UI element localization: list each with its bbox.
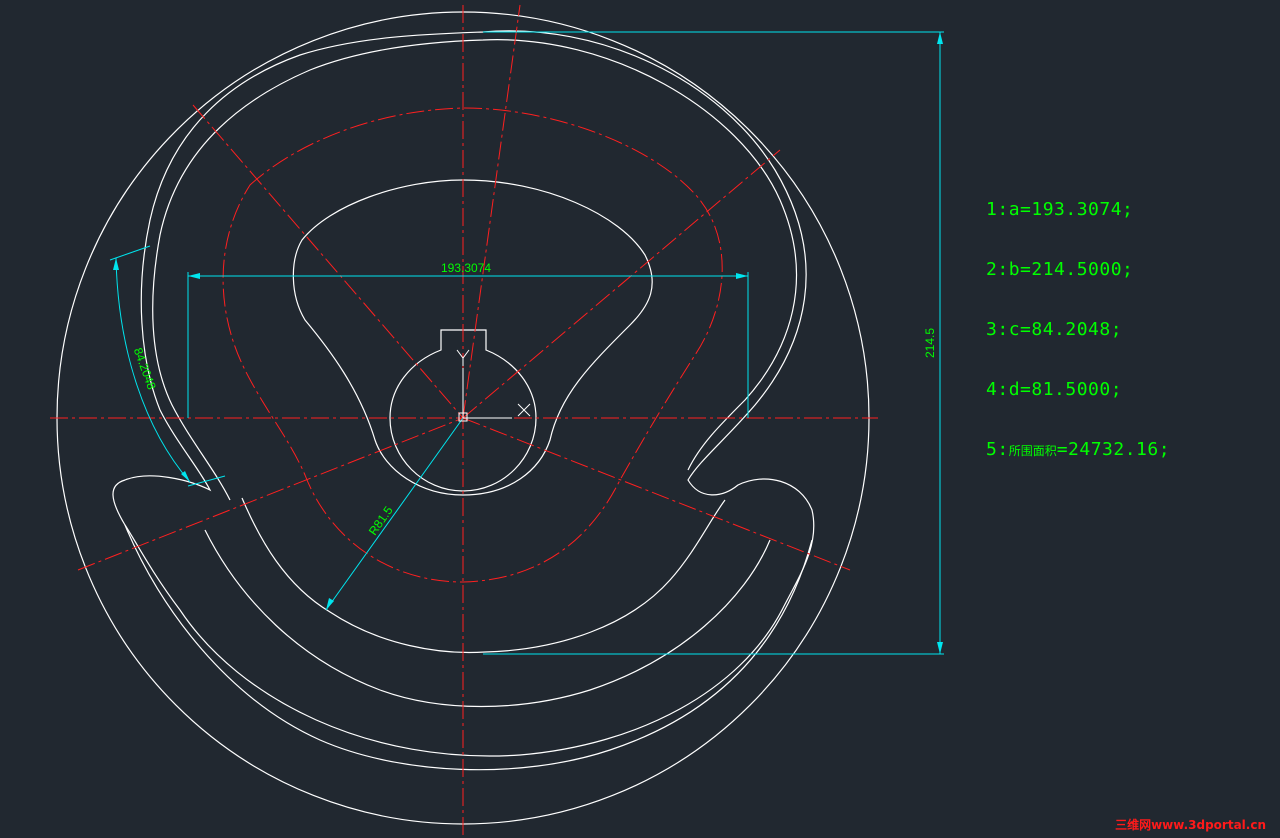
radial-centerline-1 bbox=[192, 104, 464, 419]
result-line-5: 5:所围面积=24732.16; bbox=[986, 439, 1171, 460]
radius-text: R81.5 bbox=[366, 503, 396, 538]
hdim-arrow-left bbox=[188, 273, 200, 279]
result-line-3: 3:c=84.2048; bbox=[986, 319, 1123, 340]
radial-centerline-4 bbox=[77, 417, 464, 571]
vdim-text: 214.5 bbox=[923, 328, 937, 358]
calculation-results: 1:a=193.3074; 2:b=214.5000; 3:c=84.2048;… bbox=[986, 160, 1170, 481]
watermark: 三维网www.3dportal.cn bbox=[1115, 818, 1266, 832]
result-line-4: 4:d=81.5000; bbox=[986, 379, 1123, 400]
vdim-arrow-bottom bbox=[937, 642, 943, 654]
vdim-arrow-top bbox=[937, 32, 943, 44]
radial-centerline-2 bbox=[462, 149, 781, 419]
lower-outer-contour bbox=[124, 524, 813, 771]
radial-centerline-3 bbox=[462, 4, 521, 419]
result-line-1: 1:a=193.3074; bbox=[986, 199, 1134, 220]
arcdim-text: 84.2048 bbox=[131, 346, 159, 392]
arcdim-arrow-1 bbox=[113, 258, 119, 270]
dimensions bbox=[109, 31, 944, 655]
hdim-arrow-right bbox=[736, 273, 748, 279]
lower-inner-contour bbox=[204, 529, 771, 708]
groove-inner-contour bbox=[152, 39, 798, 654]
result-line-2: 2:b=214.5000; bbox=[986, 259, 1134, 280]
cam-profile bbox=[292, 179, 653, 496]
radial-centerline-5 bbox=[462, 417, 851, 571]
hdim-text: 193.3074 bbox=[441, 261, 491, 275]
